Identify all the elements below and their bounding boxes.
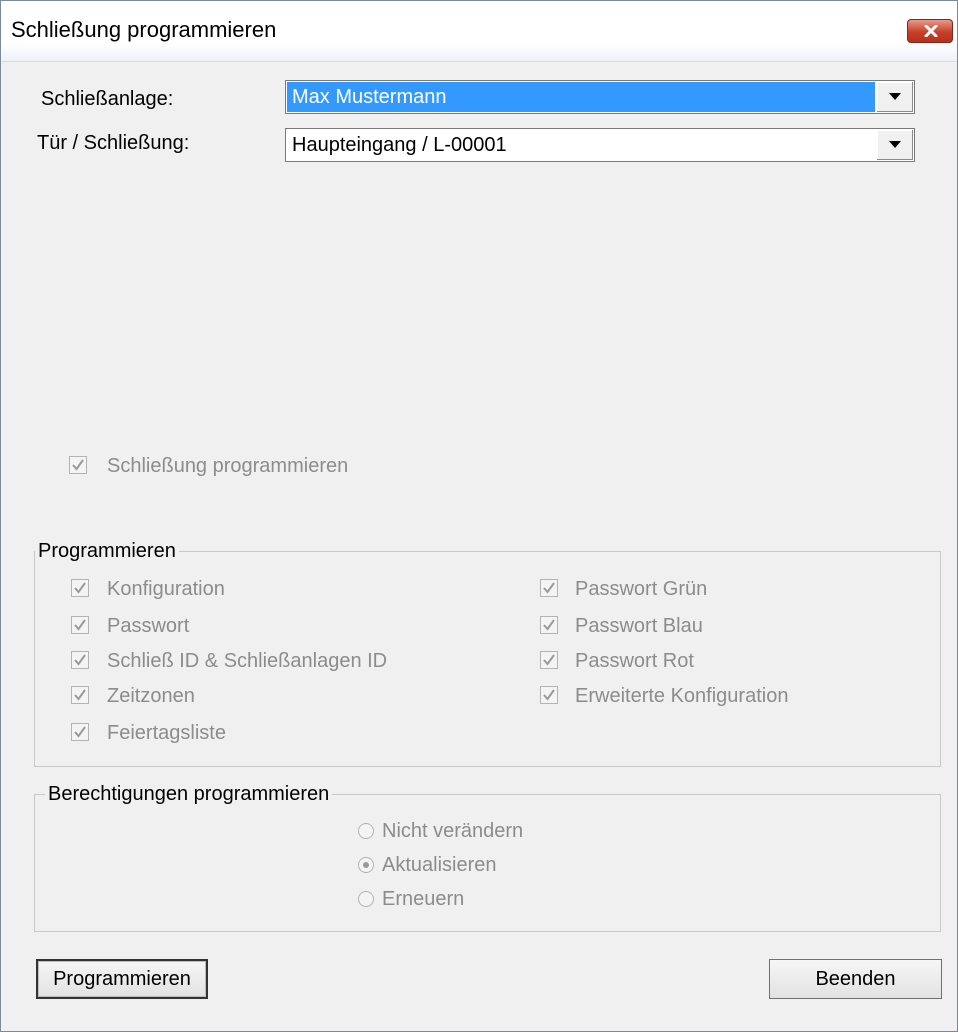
check-icon [543, 654, 555, 666]
check-icon [74, 619, 86, 631]
feiertagsliste-checkbox[interactable] [71, 723, 89, 741]
schliessung-programmieren-checkbox[interactable] [69, 456, 87, 474]
erneuern-radio[interactable] [358, 891, 374, 907]
check-icon [74, 689, 86, 701]
feiertagsliste-label: Feiertagsliste [107, 722, 226, 744]
check-icon [543, 582, 555, 594]
programmieren-button[interactable]: Programmieren [36, 959, 208, 999]
check-icon [72, 459, 84, 471]
passwort-blau-checkbox[interactable] [540, 616, 558, 634]
schliessanlage-value: Max Mustermann [287, 82, 875, 112]
schliessanlage-dropdown-button[interactable] [876, 82, 913, 112]
programmieren-group-title: Programmieren [35, 540, 179, 563]
schliess-id-checkbox[interactable] [71, 651, 89, 669]
chevron-down-icon [889, 93, 901, 100]
passwort-gruen-checkbox[interactable] [540, 579, 558, 597]
beenden-button[interactable]: Beenden [769, 959, 942, 999]
konfiguration-checkbox[interactable] [71, 579, 89, 597]
schliessung-programmieren-label: Schließung programmieren [107, 455, 349, 477]
aktualisieren-radio[interactable] [358, 857, 374, 873]
check-icon [74, 726, 86, 738]
passwort-rot-checkbox[interactable] [540, 651, 558, 669]
erweiterte-konfiguration-checkbox[interactable] [540, 686, 558, 704]
close-button[interactable] [907, 19, 953, 43]
tuer-dropdown[interactable]: Haupteingang / L-00001 [285, 128, 915, 162]
check-icon [543, 689, 555, 701]
zeitzonen-label: Zeitzonen [107, 685, 195, 707]
title-bar[interactable]: Schließung programmieren [1, 1, 957, 62]
check-icon [74, 582, 86, 594]
schliess-id-label: Schließ ID & Schließanlagen ID [107, 650, 388, 672]
close-icon [924, 25, 938, 37]
berechtigungen-group-title: Berechtigungen programmieren [45, 783, 333, 806]
tuer-label: Tür / Schließung: [37, 132, 190, 154]
tuer-value: Haupteingang / L-00001 [292, 134, 507, 156]
passwort-gruen-label: Passwort Grün [575, 578, 708, 600]
erneuern-label: Erneuern [382, 888, 465, 910]
chevron-down-icon [889, 141, 901, 148]
dialog-window: Schließung programmieren Schließanlage: … [0, 0, 958, 1032]
zeitzonen-checkbox[interactable] [71, 686, 89, 704]
window-title: Schließung programmieren [11, 17, 277, 42]
schliessanlage-label: Schließanlage: [41, 88, 174, 110]
passwort-label: Passwort [107, 615, 190, 637]
aktualisieren-label: Aktualisieren [382, 854, 497, 876]
nicht-veraendern-label: Nicht verändern [382, 820, 524, 842]
passwort-checkbox[interactable] [71, 616, 89, 634]
erweiterte-konfiguration-label: Erweiterte Konfiguration [575, 685, 789, 707]
passwort-rot-label: Passwort Rot [575, 650, 694, 672]
konfiguration-label: Konfiguration [107, 578, 225, 600]
nicht-veraendern-radio[interactable] [358, 823, 374, 839]
schliessanlage-dropdown[interactable]: Max Mustermann [285, 80, 915, 114]
tuer-dropdown-button[interactable] [876, 130, 913, 160]
passwort-blau-label: Passwort Blau [575, 615, 703, 637]
radio-selected-dot [363, 862, 369, 868]
check-icon [543, 619, 555, 631]
check-icon [74, 654, 86, 666]
